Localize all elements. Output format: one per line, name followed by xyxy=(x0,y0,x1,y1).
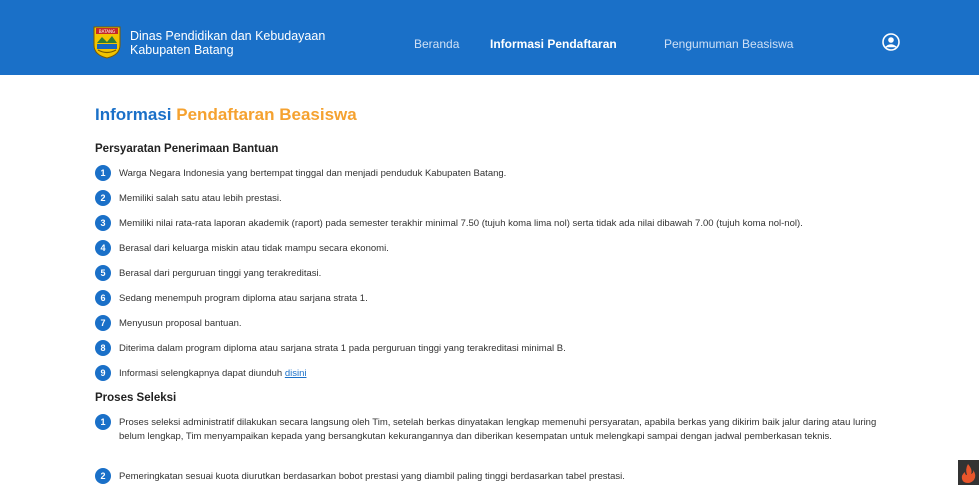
requirement-text: Berasal dari perguruan tinggi yang terak… xyxy=(119,268,322,279)
requirement-text: Diterima dalam program diploma atau sarj… xyxy=(119,343,566,354)
selection-item: 2 Pemeringkatan sesuai kuota diurutkan b… xyxy=(95,468,895,484)
requirement-text: Warga Negara Indonesia yang bertempat ti… xyxy=(119,168,507,179)
number-badge: 2 xyxy=(95,190,111,206)
requirement-text: Informasi selengkapnya dapat diunduh dis… xyxy=(119,367,895,381)
requirement-text: Memiliki nilai rata-rata laporan akademi… xyxy=(119,218,803,229)
download-link[interactable]: disini xyxy=(285,368,307,379)
number-badge: 2 xyxy=(95,468,111,484)
number-badge: 6 xyxy=(95,290,111,306)
requirement-item: 3 Memiliki nilai rata-rata laporan akade… xyxy=(95,215,895,231)
brand-line-2: Kabupaten Batang xyxy=(130,43,234,57)
number-badge: 4 xyxy=(95,240,111,256)
flame-icon xyxy=(961,464,976,483)
nav-informasi-pendaftaran[interactable]: Informasi Pendaftaran xyxy=(490,37,617,51)
requirement-item: 6 Sedang menempuh program diploma atau s… xyxy=(95,290,895,306)
user-circle-icon[interactable] xyxy=(882,33,900,51)
number-badge: 1 xyxy=(95,414,111,430)
requirement-item: 2 Memiliki salah satu atau lebih prestas… xyxy=(95,190,895,206)
requirements-title: Persyaratan Penerimaan Bantuan xyxy=(95,143,279,155)
requirement-text: Menyusun proposal bantuan. xyxy=(119,318,242,329)
selection-text: Proses seleksi administratif dilakukan s… xyxy=(119,417,877,442)
selection-text: Pemeringkatan sesuai kuota diurutkan ber… xyxy=(119,471,625,482)
requirement-text: Sedang menempuh program diploma atau sar… xyxy=(119,293,368,304)
requirement-item: 1 Warga Negara Indonesia yang bertempat … xyxy=(95,165,895,181)
nav-pengumuman-beasiswa[interactable]: Pengumuman Beasiswa xyxy=(664,37,793,51)
page-title-part-1: Informasi xyxy=(95,105,172,124)
floating-widget-button[interactable] xyxy=(958,460,979,485)
page-title: Informasi Pendaftaran Beasiswa xyxy=(95,105,357,125)
number-badge: 3 xyxy=(95,215,111,231)
number-badge: 9 xyxy=(95,365,111,381)
number-badge: 7 xyxy=(95,315,111,331)
selection-item: 1 Proses seleksi administratif dilakukan… xyxy=(95,414,895,443)
number-badge: 5 xyxy=(95,265,111,281)
requirement-item: 5 Berasal dari perguruan tinggi yang ter… xyxy=(95,265,895,281)
number-badge: 8 xyxy=(95,340,111,356)
requirement-item: 7 Menyusun proposal bantuan. xyxy=(95,315,895,331)
page-title-part-2: Pendaftaran Beasiswa xyxy=(176,105,357,124)
number-badge: 1 xyxy=(95,165,111,181)
brand-line-1: Dinas Pendidikan dan Kebudayaan xyxy=(130,29,326,43)
requirement-text: Berasal dari keluarga miskin atau tidak … xyxy=(119,243,389,254)
top-navbar: BATANG Dinas Pendidikan dan Kebudayaan K… xyxy=(0,0,979,75)
brand-title[interactable]: Dinas Pendidikan dan Kebudayaan Kabupate… xyxy=(130,29,325,57)
batang-logo: BATANG xyxy=(93,26,121,59)
requirement-text-prefix: Informasi selengkapnya dapat diunduh xyxy=(119,368,285,379)
nav-beranda[interactable]: Beranda xyxy=(414,37,459,51)
requirement-text: Memiliki salah satu atau lebih prestasi. xyxy=(119,193,282,204)
logo-label: BATANG xyxy=(99,29,115,34)
requirement-item: 9 Informasi selengkapnya dapat diunduh d… xyxy=(95,365,895,381)
selection-title: Proses Seleksi xyxy=(95,392,177,404)
requirement-item: 8 Diterima dalam program diploma atau sa… xyxy=(95,340,895,356)
requirement-item: 4 Berasal dari keluarga miskin atau tida… xyxy=(95,240,895,256)
